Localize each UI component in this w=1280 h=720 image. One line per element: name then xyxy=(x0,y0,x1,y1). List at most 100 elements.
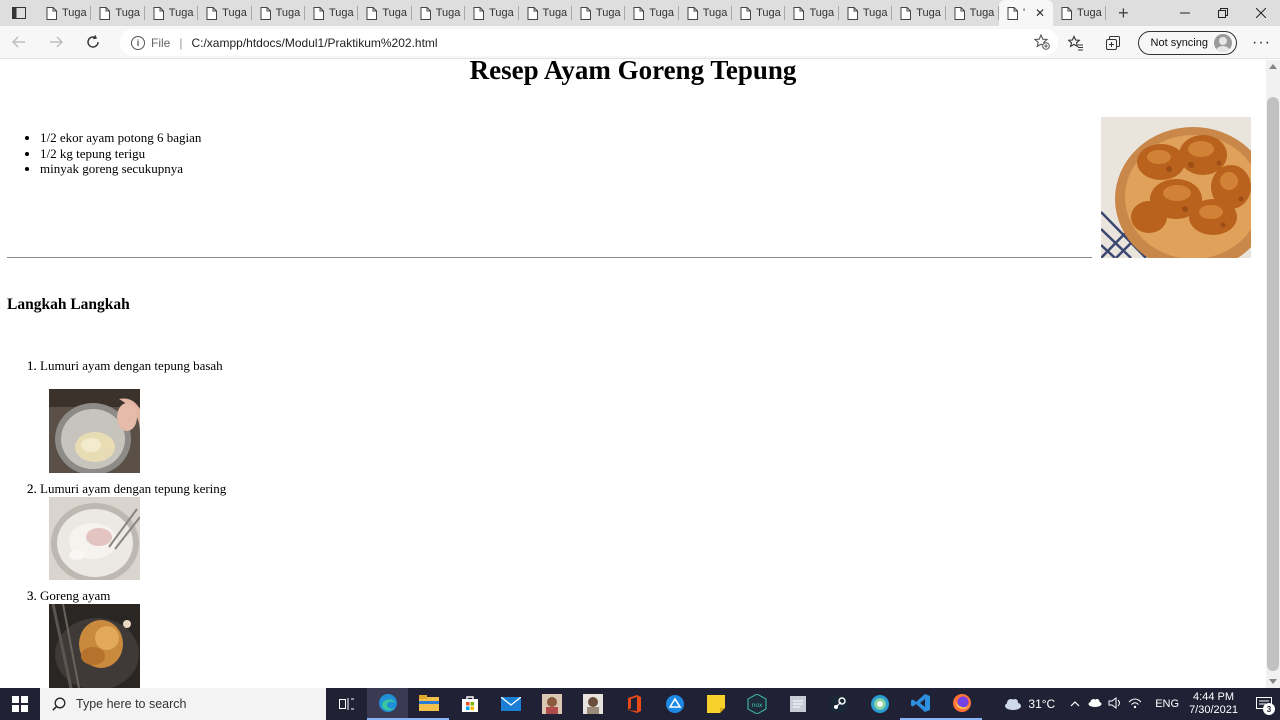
address-bar[interactable]: i File | C:/xampp/htdocs/Modul1/Praktiku… xyxy=(120,29,1058,56)
tab-active[interactable]: ' ✕ xyxy=(999,0,1054,26)
settings-menu-button[interactable]: ··· xyxy=(1243,26,1280,59)
taskbar-app-azure[interactable] xyxy=(654,688,695,720)
language-indicator[interactable]: ENG xyxy=(1155,698,1179,710)
tab-actions-icon xyxy=(12,7,26,19)
url-text[interactable]: C:/xampp/htdocs/Modul1/Praktikum%202.htm… xyxy=(191,36,437,50)
edge-icon xyxy=(378,694,397,712)
tab[interactable]: Tuga xyxy=(572,0,626,26)
page-icon xyxy=(740,6,752,20)
tab[interactable]: Tuga xyxy=(465,0,519,26)
search-icon xyxy=(52,697,66,711)
profile-button[interactable]: Not syncing xyxy=(1137,30,1237,55)
taskbar-app-store[interactable] xyxy=(449,688,490,720)
weather-widget[interactable]: 31°C xyxy=(1004,697,1055,711)
taskbar-app-file-explorer[interactable] xyxy=(408,688,449,720)
page-title: Resep Ayam Goreng Tepung xyxy=(469,60,797,85)
weather-temp: 31°C xyxy=(1028,697,1056,711)
favorites-button[interactable] xyxy=(1058,26,1095,59)
page-icon xyxy=(633,6,645,20)
scroll-down-arrow-icon[interactable] xyxy=(1269,679,1277,684)
close-tab-icon[interactable]: ✕ xyxy=(1035,6,1045,20)
chevron-up-icon[interactable] xyxy=(1065,698,1085,710)
game-icon xyxy=(541,694,562,714)
scroll-up-arrow-icon[interactable] xyxy=(1269,64,1277,69)
taskbar-app-firefox[interactable] xyxy=(941,688,982,720)
start-button[interactable] xyxy=(0,688,40,720)
onedrive-icon[interactable] xyxy=(1085,698,1105,710)
taskbar-app-game-1[interactable] xyxy=(531,688,572,720)
wifi-icon[interactable] xyxy=(1125,697,1145,712)
tab[interactable]: Tuga xyxy=(358,0,412,26)
tab[interactable]: Tuga xyxy=(38,0,92,26)
tab[interactable]: Tuga xyxy=(839,0,893,26)
taskbar-app-nox[interactable]: nox xyxy=(736,688,777,720)
close-window-button[interactable] xyxy=(1242,0,1280,26)
taskbar-app-notes[interactable] xyxy=(777,688,818,720)
clock[interactable]: 4:44 PM 7/30/2021 xyxy=(1189,691,1238,717)
azure-data-studio-icon xyxy=(665,695,684,713)
notification-center-button[interactable]: 3 xyxy=(1248,688,1280,720)
tab[interactable]: Tuga xyxy=(625,0,679,26)
taskbar-app-vscode[interactable] xyxy=(900,688,941,720)
tab[interactable]: Tuga xyxy=(946,0,1000,26)
notification-badge: 3 xyxy=(1263,703,1275,715)
tab[interactable]: Tuga xyxy=(91,0,145,26)
tab-label: Tuga xyxy=(809,7,835,19)
taskbar-app-office[interactable] xyxy=(613,688,654,720)
close-icon xyxy=(1256,8,1266,18)
taskbar-app-game-2[interactable] xyxy=(572,688,613,720)
tab-strip: Tuga Tuga Tuga Tuga Tuga Tuga Tuga Tuga Tuga Tuga… xyxy=(0,0,1280,26)
page-icon xyxy=(793,6,805,20)
tab[interactable]: Tuga xyxy=(198,0,252,26)
minimize-button[interactable] xyxy=(1166,0,1204,26)
forward-button[interactable] xyxy=(37,26,74,59)
tab[interactable]: Tuga xyxy=(412,0,466,26)
maximize-button[interactable] xyxy=(1204,0,1242,26)
mail-icon xyxy=(500,697,521,711)
tab[interactable]: Tuga xyxy=(732,0,786,26)
taskbar-search-box[interactable]: Type here to search xyxy=(40,688,326,720)
taskbar-app-sticky-notes[interactable] xyxy=(695,688,736,720)
task-view-button[interactable] xyxy=(326,688,367,720)
tab[interactable]: Tuga xyxy=(785,0,839,26)
page-icon xyxy=(1007,6,1019,20)
taskbar-app-globe[interactable] xyxy=(859,688,900,720)
tab-actions-button[interactable] xyxy=(0,0,38,26)
list-item: minyak goreng secukupnya xyxy=(40,161,201,177)
info-icon[interactable]: i xyxy=(131,35,145,50)
tab[interactable]: Tuga xyxy=(305,0,359,26)
step-text: Goreng ayam xyxy=(40,588,111,603)
ingredients-list: 1/2 ekor ayam potong 6 bagian 1/2 kg tep… xyxy=(40,130,201,177)
taskbar-app-edge[interactable] xyxy=(367,688,408,720)
tab[interactable]: Tuga xyxy=(1053,0,1107,26)
taskbar-app-steam[interactable] xyxy=(818,688,859,720)
back-button[interactable] xyxy=(0,26,37,59)
scroll-thumb[interactable] xyxy=(1267,97,1279,671)
clock-date: 7/30/2021 xyxy=(1189,704,1238,716)
add-favorite-icon[interactable] xyxy=(1033,33,1050,53)
page-viewport: Resep Ayam Goreng Tepung 1/2 ekor ayam p… xyxy=(0,60,1266,688)
vertical-scrollbar[interactable] xyxy=(1266,60,1280,688)
arrow-left-icon xyxy=(11,36,25,48)
tab-label: Tuga xyxy=(222,7,247,19)
office-icon xyxy=(627,695,641,713)
tab[interactable]: Tuga xyxy=(252,0,305,26)
profile-label: Not syncing xyxy=(1150,36,1208,49)
tab-label: Tuga xyxy=(542,7,568,19)
volume-icon[interactable] xyxy=(1105,696,1125,712)
collections-button[interactable] xyxy=(1095,26,1132,59)
address-separator: | xyxy=(179,35,183,50)
tab[interactable]: Tuga xyxy=(519,0,572,26)
steps-heading: Langkah Langkah xyxy=(7,296,130,313)
taskbar-app-mail[interactable] xyxy=(490,688,531,720)
scheme-label: File xyxy=(151,35,171,50)
tab[interactable]: Tuga xyxy=(145,0,199,26)
steam-icon xyxy=(829,695,848,713)
new-tab-button[interactable]: + xyxy=(1106,0,1140,26)
tab[interactable]: Tuga xyxy=(679,0,733,26)
tab-label: Tuga xyxy=(168,7,194,19)
toolbar-right: Not syncing ··· xyxy=(1058,26,1280,59)
refresh-button[interactable] xyxy=(74,26,111,59)
tab-label: Tuga xyxy=(862,7,888,19)
tab[interactable]: Tuga xyxy=(892,0,946,26)
